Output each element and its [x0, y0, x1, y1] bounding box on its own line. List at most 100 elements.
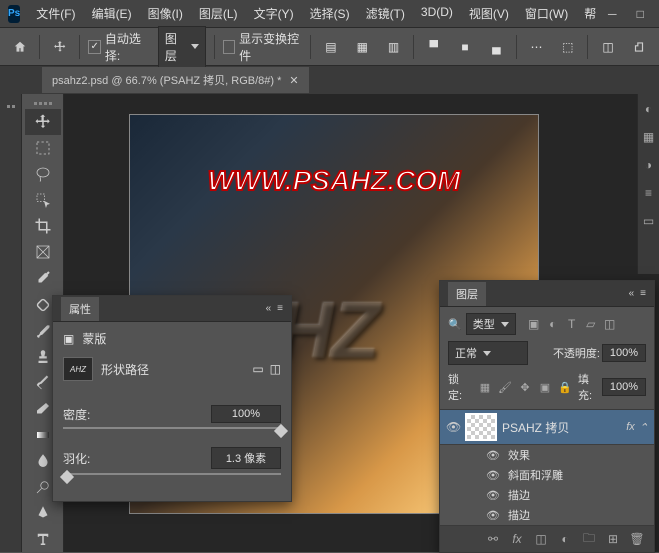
titlebar: Ps 文件(F) 编辑(E) 图像(I) 图层(L) 文字(Y) 选择(S) 滤…: [0, 0, 659, 28]
menu-layer[interactable]: 图层(L): [193, 2, 244, 25]
menu-help[interactable]: 帮: [578, 2, 602, 25]
show-transform-checkbox[interactable]: [223, 40, 236, 54]
layer-thumbnail[interactable]: [466, 414, 496, 440]
frame-tool[interactable]: [25, 239, 61, 265]
libraries-panel-icon[interactable]: ▭: [640, 212, 658, 230]
lasso-tool[interactable]: [25, 161, 61, 187]
minimize-button[interactable]: ─: [602, 4, 622, 24]
auto-select-checkbox[interactable]: [88, 40, 101, 54]
filter-adjust-icon[interactable]: ◐: [545, 316, 561, 332]
menu-edit[interactable]: 编辑(E): [86, 2, 138, 25]
subtract-mask-icon[interactable]: ◫: [270, 362, 281, 376]
lock-artboard-icon[interactable]: ▣: [537, 380, 553, 394]
density-slider[interactable]: [63, 427, 281, 429]
quick-select-tool[interactable]: [25, 187, 61, 213]
feather-slider[interactable]: [63, 473, 281, 475]
layer-mask-icon[interactable]: ◫: [532, 530, 550, 548]
visibility-eye-icon[interactable]: 👁: [446, 420, 460, 434]
distribute-icon[interactable]: ⋯: [525, 34, 548, 60]
link-layers-icon[interactable]: ⚯: [484, 530, 502, 548]
share-icon[interactable]: [628, 34, 651, 60]
delete-layer-icon[interactable]: 🗑: [628, 530, 646, 548]
3d-mode-icon[interactable]: ◫: [596, 34, 619, 60]
menu-image[interactable]: 图像(I): [142, 2, 189, 25]
feather-label: 羽化:: [63, 450, 90, 467]
menu-select[interactable]: 选择(S): [304, 2, 356, 25]
lock-transparency-icon[interactable]: ▦: [477, 380, 493, 394]
align-right-icon[interactable]: ▥: [382, 34, 405, 60]
visibility-eye-icon[interactable]: 👁: [486, 509, 500, 522]
filter-kind-dropdown[interactable]: 类型: [466, 313, 516, 335]
filter-type-icon[interactable]: T: [564, 316, 580, 332]
opacity-value[interactable]: 100%: [602, 344, 646, 362]
align-center-h-icon[interactable]: ▦: [351, 34, 374, 60]
effect-stroke-2[interactable]: 👁 描边: [440, 505, 654, 525]
fill-value[interactable]: 100%: [602, 378, 646, 396]
panel-menu-icon[interactable]: ≡: [277, 303, 283, 314]
menu-type[interactable]: 文字(Y): [248, 2, 300, 25]
panel-menu-icon[interactable]: ≡: [640, 288, 646, 299]
filter-shape-icon[interactable]: ▱: [583, 316, 599, 332]
document-tab[interactable]: psahz2.psd @ 66.7% (PSAHZ 拷贝, RGB/8#) * …: [42, 67, 309, 93]
fx-collapse-icon[interactable]: ⌃: [639, 421, 648, 434]
auto-select-option[interactable]: 自动选择:: [88, 30, 150, 64]
home-icon[interactable]: [8, 34, 31, 60]
search-icon[interactable]: 🔍: [448, 318, 462, 331]
lock-all-icon[interactable]: 🔒: [557, 380, 573, 394]
align-left-icon[interactable]: ▤: [319, 34, 342, 60]
pen-tool[interactable]: [25, 500, 61, 526]
swatches-panel-icon[interactable]: ▦: [640, 128, 658, 146]
fx-badge[interactable]: fx: [626, 421, 635, 433]
eyedropper-tool[interactable]: [25, 265, 61, 291]
move-tool[interactable]: [25, 109, 61, 135]
visibility-eye-icon[interactable]: 👁: [486, 469, 500, 482]
effects-item[interactable]: 👁 效果: [440, 445, 654, 465]
shape-thumbnail: AHZ: [63, 357, 93, 381]
adjustment-layer-icon[interactable]: ◐: [556, 530, 574, 548]
add-mask-icon[interactable]: ▭: [252, 362, 263, 376]
move-tool-icon[interactable]: [48, 34, 71, 60]
group-icon[interactable]: 🗀: [580, 530, 598, 548]
close-tab-icon[interactable]: ✕: [289, 74, 298, 87]
blend-mode-dropdown[interactable]: 正常: [448, 341, 528, 365]
density-value[interactable]: 100%: [211, 405, 281, 423]
panel-collapse-icon[interactable]: «: [629, 288, 635, 299]
marquee-tool[interactable]: [25, 135, 61, 161]
effect-bevel[interactable]: 👁 斜面和浮雕: [440, 465, 654, 485]
new-layer-icon[interactable]: ⊞: [604, 530, 622, 548]
layers-tab[interactable]: 图层: [448, 282, 486, 306]
type-tool[interactable]: [25, 526, 61, 552]
align-bottom-icon[interactable]: ▄: [485, 34, 508, 60]
effect-label: 斜面和浮雕: [508, 467, 563, 483]
effect-stroke[interactable]: 👁 描边: [440, 485, 654, 505]
feather-value[interactable]: 1.3 像素: [211, 447, 281, 469]
history-panel-icon[interactable]: ≡: [640, 184, 658, 202]
show-transform-option[interactable]: 显示变换控件: [223, 30, 303, 64]
layer-name[interactable]: PSAHZ 拷贝: [502, 419, 569, 436]
panel-collapse-icon[interactable]: «: [266, 303, 272, 314]
lock-position-icon[interactable]: ✥: [517, 380, 533, 394]
properties-tab[interactable]: 属性: [61, 297, 99, 321]
more-options-icon[interactable]: ⬚: [556, 34, 579, 60]
adjustments-panel-icon[interactable]: ◑: [640, 156, 658, 174]
auto-select-target[interactable]: 图层: [158, 26, 206, 68]
filter-smart-icon[interactable]: ◫: [602, 316, 618, 332]
menu-file[interactable]: 文件(F): [30, 2, 81, 25]
menu-3d[interactable]: 3D(D): [415, 2, 459, 25]
filter-pixel-icon[interactable]: ▣: [526, 316, 542, 332]
layer-item[interactable]: 👁 PSAHZ 拷贝 fx ⌃: [440, 410, 654, 445]
document-title: psahz2.psd @ 66.7% (PSAHZ 拷贝, RGB/8#) *: [52, 72, 281, 88]
visibility-eye-icon[interactable]: 👁: [486, 489, 500, 502]
options-bar: 自动选择: 图层 显示变换控件 ▤ ▦ ▥ ▀ ■ ▄ ⋯ ⬚ ◫: [0, 28, 659, 66]
align-top-icon[interactable]: ▀: [422, 34, 445, 60]
crop-tool[interactable]: [25, 213, 61, 239]
maximize-button[interactable]: □: [630, 4, 650, 24]
menu-filter[interactable]: 滤镜(T): [360, 2, 411, 25]
visibility-eye-icon[interactable]: 👁: [486, 449, 500, 462]
menu-window[interactable]: 窗口(W): [519, 2, 574, 25]
color-panel-icon[interactable]: ◐: [640, 100, 658, 118]
lock-pixels-icon[interactable]: 🖌: [497, 380, 513, 394]
layer-style-icon[interactable]: fx: [508, 530, 526, 548]
menu-view[interactable]: 视图(V): [463, 2, 515, 25]
align-middle-icon[interactable]: ■: [453, 34, 476, 60]
